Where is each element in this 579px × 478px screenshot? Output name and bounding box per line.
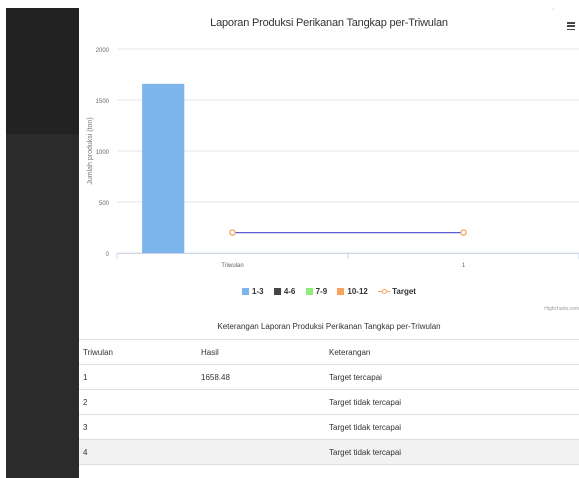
x-tick-label: Triwulan [221,263,243,269]
legend-item-4-6[interactable]: 4-6 [273,287,296,297]
legend-line-marker-icon [378,287,391,295]
y-tick-label: 500 [99,201,110,207]
chart-legend: 1-3 4-6 7-9 10-12 Target [79,287,579,296]
cell-keterangan: Target tidak tercapai [325,414,579,440]
main-content: Laporan Produksi Perikanan Tangkap per-T… [79,0,579,478]
legend-swatch-icon [242,288,250,296]
table-row: 2 Target tidak tercapai [79,389,579,415]
legend-label: Target [392,287,416,297]
bar-1-3 [142,83,185,253]
cell-hasil [197,414,325,440]
credits-link[interactable]: Highcharts.com [544,306,579,312]
table-row: 1 1658.48 Target tercapai [79,364,579,390]
y-tick-label: 1500 [96,99,110,105]
table-header-row: Triwulan Hasil Keterangan [79,339,579,365]
cell-hasil: 1658.48 [197,364,325,390]
y-tick-label: 0 [106,252,110,258]
chart-svg: 0 500 1000 1500 2000 Jumlah produksi (ton) Tri… [87,48,579,269]
table-caption: Keterangan Laporan Produksi Perikanan Ta… [217,322,441,331]
legend-swatch-icon [273,288,281,296]
cell-triwulan: 1 [79,364,197,390]
cell-triwulan: 2 [79,389,197,415]
legend-item-target[interactable]: Target [378,287,416,296]
header-hasil: Hasil [197,339,325,365]
legend-label: 7-9 [315,287,328,297]
y-tick-label: 2000 [96,48,110,54]
cell-keterangan: Target tidak tercapai [325,439,579,465]
cell-hasil [197,389,325,415]
legend-item-7-9[interactable]: 7-9 [305,287,328,297]
sidebar [6,8,79,478]
legend-item-10-12[interactable]: 10-12 [337,287,368,297]
target-point [460,229,467,236]
cell-keterangan: Target tidak tercapai [325,389,579,415]
cell-keterangan: Target tercapai [325,364,579,390]
table-row: 4 Target tidak tercapai [79,439,579,465]
cell-triwulan: 3 [79,414,197,440]
y-axis-title: Jumlah produksi (ton) [87,117,94,184]
target-point [229,229,236,236]
cell-hasil [197,439,325,465]
legend-item-1-3[interactable]: 1-3 [242,287,264,296]
header-triwulan: Triwulan [79,339,197,365]
legend-label: 1-3 [252,287,264,297]
legend-label: 4-6 [283,287,296,297]
keterangan-table: Keterangan Laporan Produksi Perikanan Ta… [79,316,579,465]
legend-swatch-icon [305,288,313,296]
y-tick-label: 1000 [96,150,110,156]
header-keterangan: Keterangan [325,339,579,365]
legend-label: 10-12 [347,287,368,297]
table-row: 3 Target tidak tercapai [79,414,579,440]
sidebar-top-band [6,8,79,134]
legend-swatch-icon [337,288,345,296]
cell-triwulan: 4 [79,439,197,465]
x-tick-label: 1 [462,263,466,269]
